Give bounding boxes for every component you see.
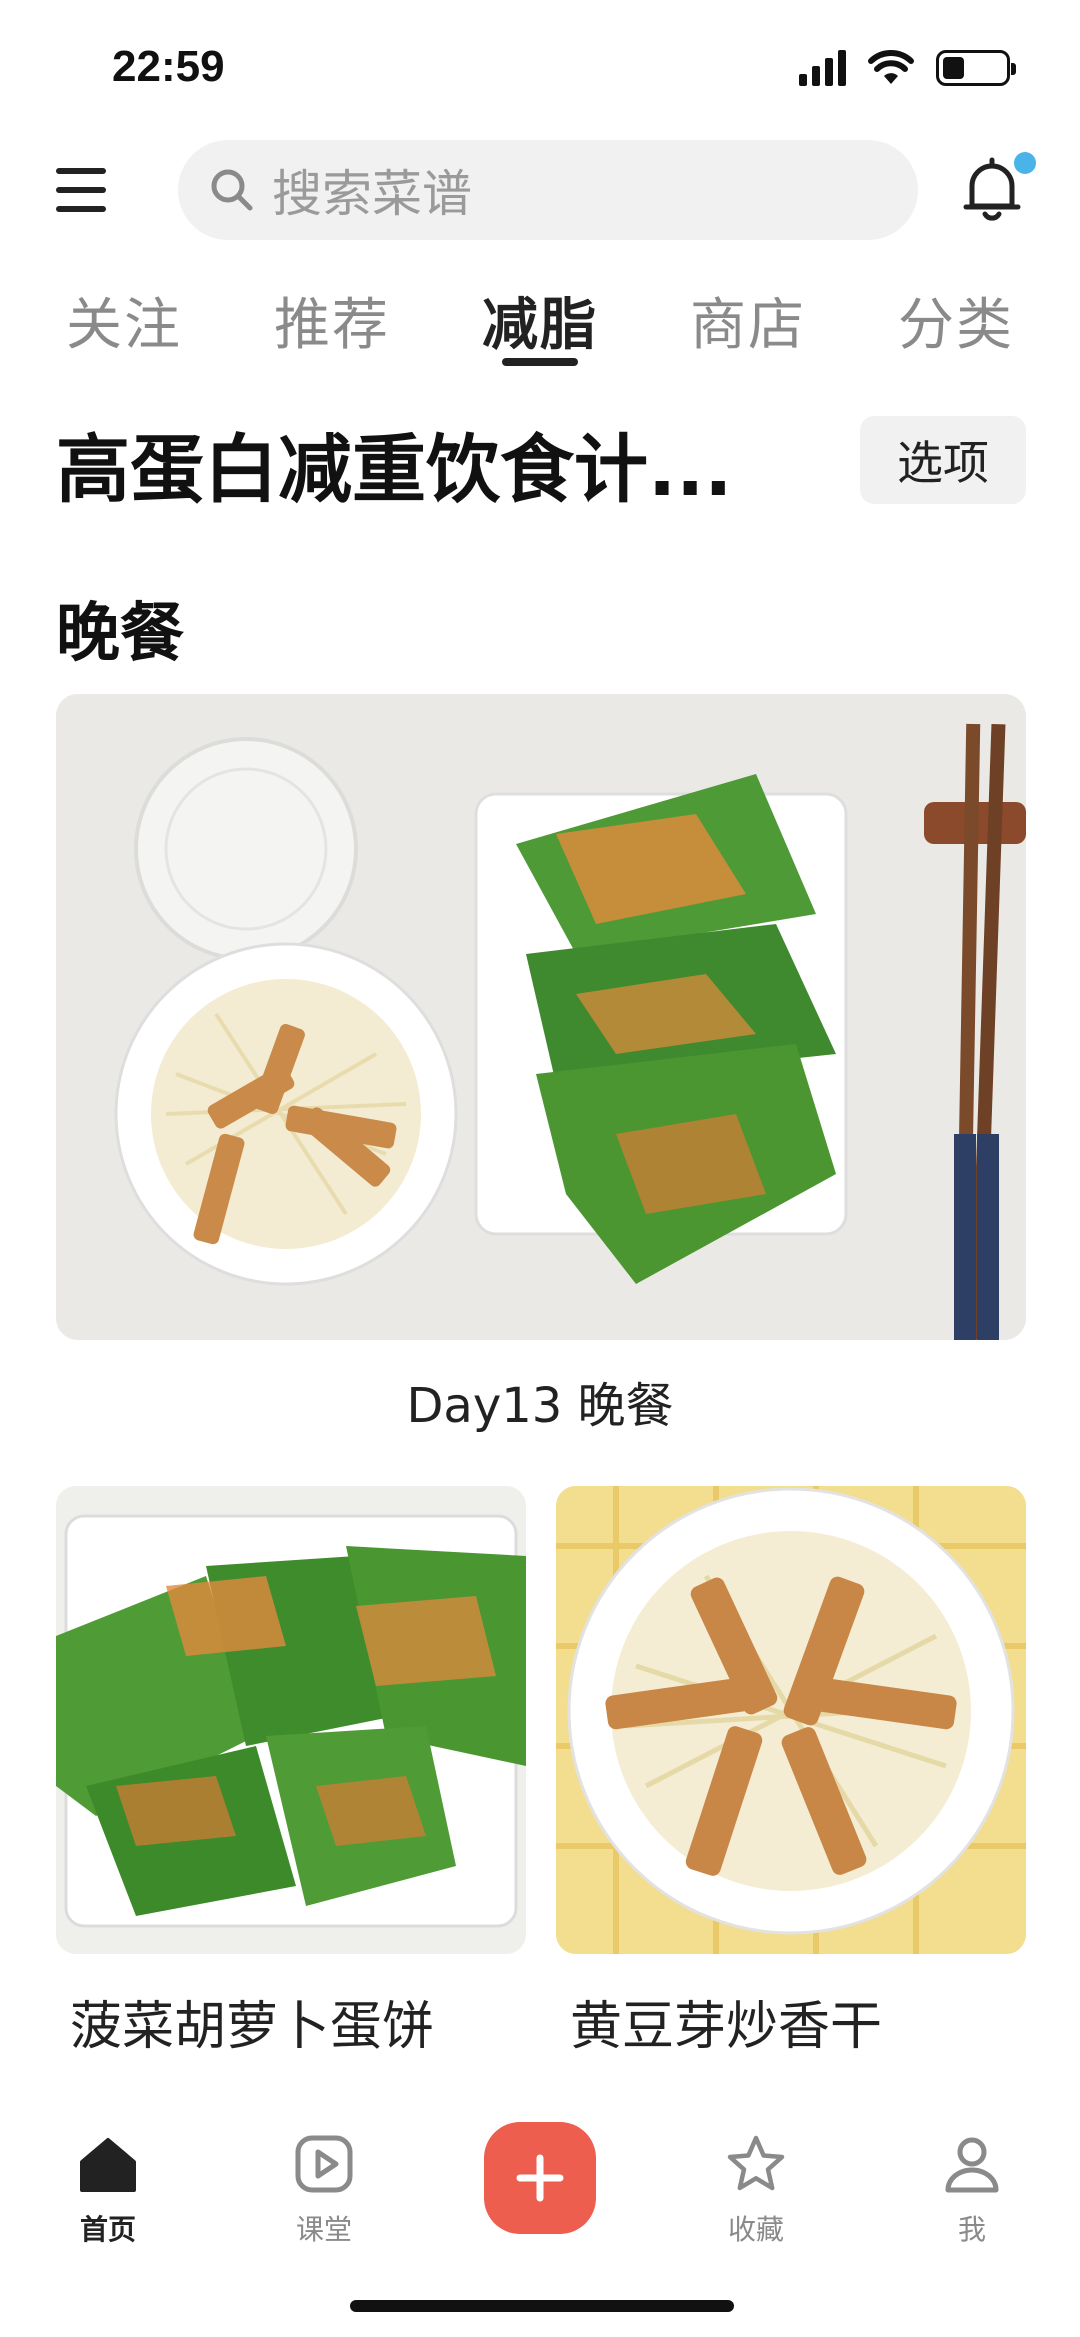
- options-button[interactable]: 选项: [860, 416, 1026, 504]
- nav-favorites[interactable]: 收藏: [681, 2132, 831, 2248]
- nav-home-label: 首页: [79, 2213, 136, 2246]
- tab-fat-loss[interactable]: 减脂: [482, 280, 598, 361]
- nav-me[interactable]: 我: [897, 2132, 1047, 2248]
- top-bar: 搜索菜谱: [0, 140, 1080, 244]
- nav-classroom[interactable]: 课堂: [249, 2132, 399, 2248]
- meal-hero-image[interactable]: [56, 694, 1026, 1340]
- play-icon: [295, 2135, 353, 2193]
- tab-category[interactable]: 分类: [898, 280, 1014, 361]
- status-time: 22:59: [112, 42, 225, 91]
- search-icon: [211, 169, 253, 211]
- home-icon: [80, 2138, 136, 2192]
- category-tabs: 关注 推荐 减脂 商店 分类: [0, 270, 1080, 370]
- status-bar: 22:59: [0, 0, 1080, 130]
- meal-caption: Day13 晚餐: [406, 1378, 674, 1434]
- person-icon: [945, 2137, 999, 2193]
- nav-me-label: 我: [957, 2213, 986, 2246]
- recipe-name-spinach-pancake[interactable]: 菠菜胡萝卜蛋饼: [70, 1984, 434, 2059]
- signal-icon: [799, 50, 846, 86]
- recipe-image-bean-sprouts[interactable]: [556, 1486, 1026, 1954]
- plan-title[interactable]: 高蛋白减重饮食计...: [56, 410, 732, 517]
- battery-fill: [943, 57, 964, 79]
- search-input[interactable]: 搜索菜谱: [178, 140, 918, 240]
- search-placeholder: 搜索菜谱: [272, 165, 472, 223]
- wifi-icon: [868, 50, 914, 84]
- nav-favorites-label: 收藏: [727, 2213, 784, 2246]
- star-icon: [727, 2135, 785, 2191]
- recipe-photo: [556, 1486, 1026, 1954]
- status-icons: [799, 50, 1016, 86]
- add-button[interactable]: [484, 2122, 596, 2234]
- meal-photo: [56, 694, 1026, 1340]
- bell-icon[interactable]: [962, 156, 1022, 222]
- recipe-name-bean-sprouts[interactable]: 黄豆芽炒香干: [570, 1984, 882, 2059]
- section-title: 晚餐: [56, 597, 184, 671]
- tab-recommend[interactable]: 推荐: [274, 280, 390, 361]
- nav-classroom-label: 课堂: [295, 2213, 352, 2246]
- plus-icon: [516, 2154, 564, 2202]
- active-tab-indicator: [502, 358, 578, 366]
- recipe-photo: [56, 1486, 526, 1954]
- battery-icon: [936, 50, 1016, 86]
- tab-store[interactable]: 商店: [690, 280, 806, 361]
- menu-icon[interactable]: [56, 168, 106, 212]
- notification-dot: [1014, 152, 1036, 174]
- nav-home[interactable]: 首页: [33, 2132, 183, 2248]
- recipe-image-spinach-pancake[interactable]: [56, 1486, 526, 1954]
- tab-follow[interactable]: 关注: [66, 280, 182, 361]
- home-indicator: [350, 2300, 734, 2312]
